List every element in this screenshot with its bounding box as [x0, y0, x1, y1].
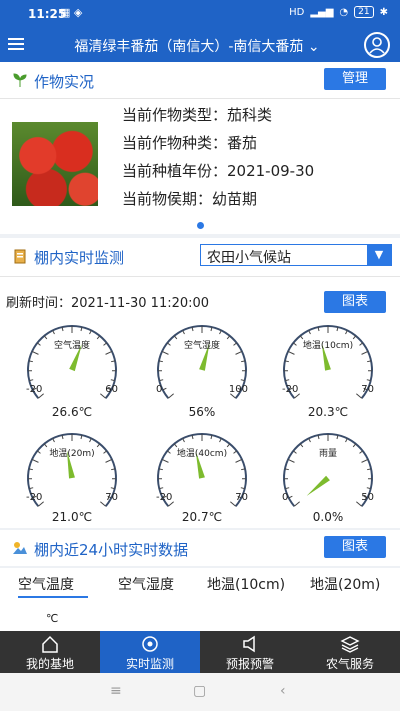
tab-soil-temp-20m[interactable]: 地温(20m) [310, 574, 380, 594]
monitor-chart-button[interactable]: 图表 [324, 291, 386, 313]
recent-apps-icon[interactable]: ≡ [110, 683, 122, 699]
crop-section-header: 作物实况 管理 [0, 62, 400, 98]
gauge-value: 56% [188, 405, 216, 419]
status-bar: 11:25 ▦ ◈ HD ▂▄▆ ◔ 21 ✱ [0, 0, 400, 28]
gauge-min: 0 [156, 384, 163, 395]
history-section-header: 棚内近24小时实时数据 图表 [0, 530, 400, 566]
gauge-min: -20 [26, 384, 43, 395]
gauge-min: 0 [282, 492, 289, 503]
crop-species: 当前作物种类：番茄 [122, 134, 258, 152]
crop-section-title: 作物实况 [34, 73, 95, 91]
manage-button[interactable]: 管理 [324, 68, 386, 90]
nav-agro-service[interactable]: 农气服务 [300, 631, 400, 673]
bluetooth-icon: ✱ [379, 6, 388, 18]
gauge-label: 地温(40cm) [176, 449, 228, 459]
tab-air-temperature[interactable]: 空气温度 [18, 574, 74, 594]
gauge-max: 70 [105, 492, 118, 503]
tab-air-humidity[interactable]: 空气湿度 [118, 574, 174, 594]
home-button-icon[interactable]: ▢ [193, 683, 206, 699]
battery-icon: 21 [354, 6, 374, 18]
planting-year: 当前种植年份：2021-09-30 [122, 162, 315, 180]
history-tabs: 空气温度 空气湿度 地温(10cm) 地温(20m) [0, 568, 400, 600]
divider [0, 276, 400, 277]
gauge-needle [306, 475, 330, 496]
wifi-icon: ◔ [339, 6, 349, 18]
gauge-min: -20 [282, 384, 299, 395]
gauge-label: 空气湿度 [183, 341, 220, 351]
gauge-value: 0.0% [312, 510, 344, 524]
gauge-max: 70 [235, 492, 248, 503]
gauge-max: 60 [105, 384, 118, 395]
layers-icon [340, 636, 360, 653]
notification-icons: ▦ ◈ [60, 6, 83, 19]
nav-forecast-warning[interactable]: 预报预警 [200, 631, 300, 673]
landscape-icon [13, 542, 27, 554]
chart-area [0, 600, 400, 631]
status-right: HD ▂▄▆ ◔ 21 ✱ [289, 6, 388, 18]
pager-dot [197, 222, 204, 229]
user-icon[interactable] [364, 32, 390, 58]
gauge-value: 26.6℃ [51, 405, 93, 419]
sprout-icon [13, 73, 27, 87]
speaker-icon [243, 635, 255, 653]
station-select-value: 农田小气候站 [207, 250, 291, 266]
gauge-value: 20.7℃ [181, 510, 223, 524]
phenology-stage: 当前物侯期：幼苗期 [122, 190, 258, 208]
bottom-nav: 我的基地 实时监测 预报预警 农气服务 [0, 631, 400, 673]
station-select[interactable]: 农田小气候站 ▼ [200, 244, 392, 266]
gauge-label: 地温(20m) [49, 449, 95, 459]
gauge-value: 21.0℃ [51, 510, 93, 524]
crop-type: 当前作物类型：茄科类 [122, 106, 273, 124]
crop-photo [12, 122, 98, 206]
home-icon [42, 635, 58, 653]
refresh-time: 刷新时间：2021-11-30 11:20:00 [6, 296, 210, 311]
gauge-max: 50 [361, 492, 374, 503]
history-section-title: 棚内近24小时实时数据 [34, 541, 189, 559]
chart-unit: ℃ [46, 612, 59, 625]
base-selector[interactable]: 福清绿丰番茄（南信大）-南信大番茄 ⌄ [42, 36, 352, 56]
nav-realtime-monitor[interactable]: 实时监测 [100, 631, 200, 673]
target-icon [142, 636, 158, 652]
gauge-label: 雨量 [318, 449, 337, 459]
system-nav-bar: ≡ ▢ ‹ [0, 673, 400, 711]
divider [0, 98, 400, 99]
chevron-down-icon: ▼ [367, 245, 391, 265]
gauge-min: -20 [26, 492, 43, 503]
signal-text: HD [289, 6, 305, 18]
gauge-label: 空气温度 [53, 341, 90, 351]
clipboard-icon [14, 249, 26, 264]
menu-icon[interactable] [8, 35, 30, 55]
gauge-max: 100 [228, 384, 248, 395]
tab-soil-temp-10cm[interactable]: 地温(10cm) [207, 574, 285, 594]
monitor-section-title: 棚内实时监测 [34, 249, 125, 267]
back-icon[interactable]: ‹ [280, 683, 286, 699]
gauge-min: -20 [156, 492, 173, 503]
chevron-down-icon: ⌄ [307, 39, 320, 55]
gauge-max: 70 [361, 384, 374, 395]
nav-my-base[interactable]: 我的基地 [0, 631, 100, 673]
app-header: 福清绿丰番茄（南信大）-南信大番茄 ⌄ [0, 28, 400, 62]
gauge-label: 地温(10cm) [302, 341, 354, 351]
active-tab-indicator [18, 596, 88, 598]
gauge-value: 20.3℃ [307, 405, 349, 419]
history-chart-button[interactable]: 图表 [324, 536, 386, 558]
signal-icon: ▂▄▆ [310, 6, 334, 18]
